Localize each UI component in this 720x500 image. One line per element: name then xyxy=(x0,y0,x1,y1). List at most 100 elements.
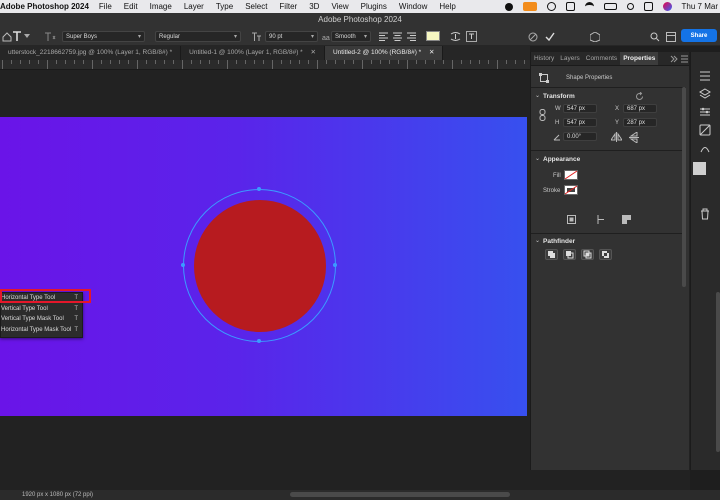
antialias-select[interactable]: Smooth ▾ xyxy=(331,31,371,42)
angle-field[interactable]: 0.00° xyxy=(563,132,597,141)
flyout-item-vertical-type[interactable]: Vertical Type Tool T xyxy=(1,304,82,315)
intersect-shapes-button[interactable] xyxy=(581,249,594,260)
menu-image[interactable]: Image xyxy=(150,2,172,11)
font-size-select[interactable]: 90 pt ▾ xyxy=(265,31,318,42)
stroke-type-icon[interactable] xyxy=(622,215,631,224)
shape-option-icon[interactable] xyxy=(567,215,576,224)
tab-properties[interactable]: Properties xyxy=(620,52,659,65)
search-icon[interactable] xyxy=(626,3,634,10)
adjustment-presets-icon[interactable] xyxy=(699,124,711,136)
text-color-swatch[interactable] xyxy=(426,31,440,41)
flyout-item-vertical-type-mask[interactable]: Vertical Type Mask Tool T xyxy=(1,314,82,325)
red-circle-shape[interactable] xyxy=(194,200,326,332)
transform-section-title[interactable]: Transform xyxy=(543,93,575,100)
character-panel-icon[interactable] xyxy=(466,31,477,42)
path-anchor-handle[interactable] xyxy=(181,263,185,267)
combine-shapes-button[interactable] xyxy=(545,249,558,260)
wifi-icon[interactable] xyxy=(584,2,594,11)
tab-untitled-2[interactable]: Untitled-2 @ 100% (RGB/8#) * ✕ xyxy=(324,46,444,60)
height-field[interactable]: 547 px xyxy=(563,118,597,127)
fill-swatch[interactable] xyxy=(564,170,578,180)
menu-file[interactable]: File xyxy=(99,2,112,11)
trash-icon[interactable] xyxy=(699,208,711,220)
appearance-section-title[interactable]: Appearance xyxy=(543,156,580,163)
y-position-field[interactable]: 287 px xyxy=(623,118,657,127)
font-family-select[interactable]: Super Boys ▾ xyxy=(62,31,145,42)
horizontal-scrollbar[interactable] xyxy=(290,492,510,497)
width-field[interactable]: 547 px xyxy=(563,104,597,113)
collapse-panel-icon[interactable] xyxy=(670,55,678,63)
menu-edit[interactable]: Edit xyxy=(124,2,138,11)
record-icon[interactable] xyxy=(504,2,513,11)
microphone-icon[interactable] xyxy=(522,2,537,11)
tab-untitled-1[interactable]: Untitled-1 @ 100% (Layer 1, RGB/8#) * ✕ xyxy=(181,46,325,60)
tab-shutterstock[interactable]: utterstock_2218662759.jpg @ 100% (Layer … xyxy=(0,46,182,60)
stroke-swatch[interactable] xyxy=(564,185,578,195)
font-style-select[interactable]: Regular ▾ xyxy=(155,31,241,42)
horizontal-ruler[interactable] xyxy=(0,60,530,70)
siri-icon[interactable] xyxy=(662,2,672,11)
flyout-item-horizontal-type[interactable]: Horizontal Type Tool T xyxy=(1,293,82,304)
flip-vertical-icon[interactable] xyxy=(629,132,639,143)
align-right-icon[interactable] xyxy=(407,32,416,41)
close-icon[interactable]: ✕ xyxy=(429,49,434,56)
align-left-icon[interactable] xyxy=(379,32,388,41)
menu-type[interactable]: Type xyxy=(216,2,233,11)
menu-filter[interactable]: Filter xyxy=(279,2,297,11)
menu-help[interactable]: Help xyxy=(439,2,455,11)
exclude-shapes-button[interactable] xyxy=(599,249,612,260)
menu-3d[interactable]: 3D xyxy=(309,2,319,11)
panel-scrollbar[interactable] xyxy=(682,87,686,287)
menu-view[interactable]: View xyxy=(331,2,348,11)
menu-layer[interactable]: Layer xyxy=(184,2,204,11)
close-icon[interactable]: ✕ xyxy=(311,49,316,56)
properties-icon[interactable] xyxy=(699,70,711,82)
menu-window[interactable]: Window xyxy=(399,2,427,11)
chevron-down-icon[interactable] xyxy=(24,34,30,39)
stroke-align-icon[interactable] xyxy=(596,215,605,224)
chevron-down-icon[interactable]: ⌄ xyxy=(535,92,540,99)
pathfinder-section-title[interactable]: Pathfinder xyxy=(543,238,575,245)
ruler-tick xyxy=(317,60,318,69)
workspace-icon[interactable] xyxy=(666,32,676,42)
menu-plugins[interactable]: Plugins xyxy=(361,2,387,11)
reset-transform-icon[interactable] xyxy=(635,92,644,101)
flip-horizontal-icon[interactable] xyxy=(611,132,622,142)
type-tool-icon[interactable] xyxy=(12,31,22,42)
control-center-icon[interactable] xyxy=(643,2,653,11)
battery-icon[interactable] xyxy=(603,3,617,10)
color-swatch[interactable] xyxy=(693,162,706,175)
share-button[interactable]: Share xyxy=(681,29,717,42)
layers-icon[interactable] xyxy=(699,88,711,100)
screen-share-icon[interactable] xyxy=(546,2,556,11)
ruler-tick xyxy=(128,60,129,64)
panel-menu-icon[interactable] xyxy=(681,55,688,63)
3d-text-icon[interactable] xyxy=(590,32,600,42)
link-dimensions-icon[interactable] xyxy=(539,109,546,121)
vertical-scrollbar[interactable] xyxy=(716,292,720,452)
subtract-shapes-button[interactable] xyxy=(563,249,576,260)
menu-select[interactable]: Select xyxy=(245,2,267,11)
warp-text-icon[interactable] xyxy=(450,31,461,42)
align-center-icon[interactable] xyxy=(393,32,402,41)
path-anchor-handle[interactable] xyxy=(257,339,261,343)
adjustments-icon[interactable] xyxy=(699,106,711,118)
chevron-down-icon[interactable]: ⌄ xyxy=(535,237,540,244)
menubar-clock[interactable]: Thu 7 Mar xyxy=(682,2,718,11)
flyout-item-horizontal-type-mask[interactable]: Horizontal Type Mask Tool T xyxy=(1,325,82,336)
paths-icon[interactable] xyxy=(699,142,711,154)
tab-history[interactable]: History xyxy=(531,52,557,65)
tab-comments[interactable]: Comments xyxy=(583,52,620,65)
path-anchor-handle[interactable] xyxy=(257,187,261,191)
app-name-menu[interactable]: Adobe Photoshop 2024 xyxy=(0,2,89,11)
network-icon[interactable] xyxy=(565,2,575,11)
toggle-text-orientation-icon[interactable] xyxy=(44,31,56,42)
x-position-field[interactable]: 687 px xyxy=(623,104,657,113)
commit-edit-icon[interactable] xyxy=(545,32,555,42)
path-anchor-handle[interactable] xyxy=(333,263,337,267)
chevron-down-icon[interactable]: ⌄ xyxy=(535,155,540,162)
tab-layers[interactable]: Layers xyxy=(557,52,583,65)
home-icon[interactable] xyxy=(2,32,12,42)
search-icon[interactable] xyxy=(650,32,660,42)
cancel-edit-icon[interactable] xyxy=(528,32,538,42)
